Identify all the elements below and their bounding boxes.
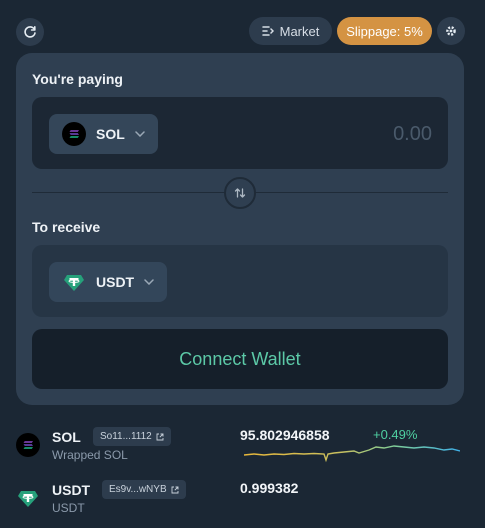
token-info-row: SOL Wrapped SOL So11...1112 95.802946858…	[0, 427, 485, 471]
connect-wallet-button[interactable]: Connect Wallet	[32, 329, 448, 389]
token-address: Es9v...wNYB	[109, 484, 167, 495]
slippage-label: Slippage: 5%	[346, 23, 423, 39]
gear-icon	[446, 26, 456, 36]
market-label: Market	[279, 23, 320, 39]
token-name: USDT	[52, 501, 85, 515]
receive-token-symbol: USDT	[96, 274, 135, 290]
price-change: +0.49%	[373, 427, 418, 442]
token-address-link[interactable]: So11...1112	[93, 427, 171, 446]
slippage-button[interactable]: Slippage: 5%	[337, 17, 432, 45]
receive-token-select[interactable]: USDT	[49, 262, 168, 302]
tether-logo-icon	[18, 491, 38, 507]
swap-card: You're paying SOL To receive	[16, 53, 464, 405]
token-name: Wrapped SOL	[52, 448, 128, 462]
external-link-icon	[156, 433, 164, 440]
token-address: So11...1112	[100, 431, 152, 442]
market-toggle-icon	[261, 26, 274, 36]
token-price: 0.999382	[240, 480, 299, 496]
pay-token-select[interactable]: SOL	[49, 114, 158, 154]
receive-box: USDT	[32, 245, 448, 317]
paying-label: You're paying	[32, 71, 123, 87]
chevron-down-icon	[135, 131, 145, 137]
token-symbol: SOL	[52, 429, 81, 445]
external-link-icon	[171, 486, 179, 493]
chevron-down-icon	[144, 279, 154, 285]
price-sparkline	[244, 445, 460, 463]
tether-logo-icon	[64, 275, 84, 291]
token-symbol: USDT	[52, 482, 91, 498]
solana-logo-icon	[62, 122, 86, 146]
receive-label: To receive	[32, 219, 101, 235]
token-info-row: USDT USDT Es9v...wNYB 0.999382	[0, 480, 485, 524]
swap-arrows-icon	[234, 188, 246, 198]
token-price: 95.802946858	[240, 427, 330, 443]
refresh-button[interactable]	[16, 18, 44, 46]
pay-box: SOL	[32, 97, 448, 169]
token-address-link[interactable]: Es9v...wNYB	[102, 480, 186, 499]
refresh-icon	[24, 26, 36, 38]
settings-button[interactable]	[437, 17, 465, 45]
switch-tokens-button[interactable]	[224, 177, 256, 209]
pay-token-symbol: SOL	[96, 126, 125, 142]
solana-logo-icon	[16, 433, 40, 457]
top-bar: Market Slippage: 5%	[0, 0, 485, 56]
market-button[interactable]: Market	[249, 17, 332, 45]
pay-amount-input[interactable]	[282, 119, 432, 149]
